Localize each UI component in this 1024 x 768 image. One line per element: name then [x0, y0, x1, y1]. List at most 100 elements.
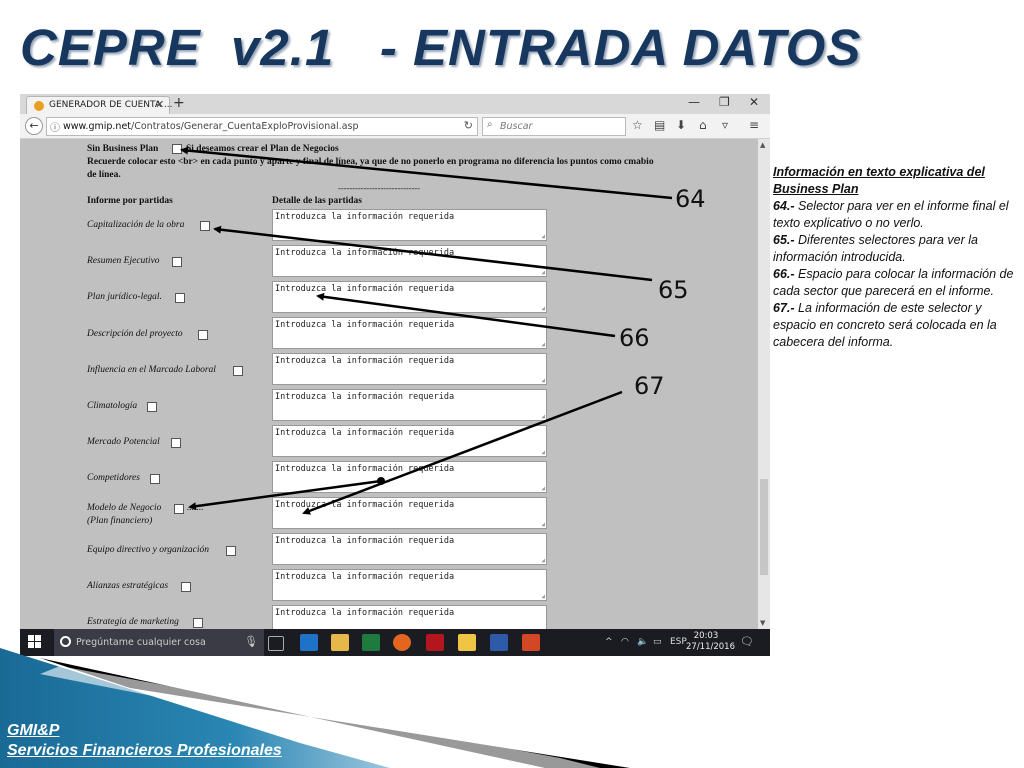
row-checkbox[interactable]: [226, 546, 236, 556]
minimize-button[interactable]: —: [688, 95, 700, 109]
bookmark-star-icon[interactable]: ☆: [632, 118, 643, 132]
info-item-64: 64.- Selector para ver en el informe fin…: [773, 199, 1009, 230]
row-label: Estrategia de marketing: [87, 617, 179, 627]
crear-plan-text: Si deseamos crear el Plan de Negocios: [186, 144, 339, 154]
row-label: Resumen Ejecutivo: [87, 256, 160, 266]
row-checkbox[interactable]: [198, 330, 208, 340]
row-textarea[interactable]: Introduzca la información requerida◢: [272, 425, 547, 457]
note-line-1: Recuerde colocar esto <br> en cada punto…: [87, 157, 654, 167]
scroll-down-icon[interactable]: ▼: [760, 619, 765, 627]
row-checkbox[interactable]: [175, 293, 185, 303]
resize-grip-icon[interactable]: ◢: [541, 341, 545, 348]
windows-start-icon[interactable]: [28, 635, 42, 649]
site-favicon-icon: [34, 101, 44, 111]
row-textarea[interactable]: Introduzca la información requerida◢: [272, 605, 547, 629]
row-label-suffix: .......: [187, 503, 204, 513]
row-textarea[interactable]: Introduzca la información requerida◢: [272, 353, 547, 385]
row-textarea[interactable]: Introduzca la información requerida◢: [272, 569, 547, 601]
close-window-button[interactable]: ✕: [749, 95, 759, 109]
row-checkbox[interactable]: [200, 221, 210, 231]
url-text: www.gmip.net/Contratos/Generar_CuentaExp…: [63, 121, 359, 132]
resize-grip-icon[interactable]: ◢: [541, 485, 545, 492]
row-label: Plan jurídico-legal.: [87, 292, 162, 302]
callout-66: 66: [619, 324, 650, 352]
search-icon: ⌕: [487, 119, 493, 130]
reload-icon[interactable]: ↻: [464, 119, 473, 132]
resize-grip-icon[interactable]: ◢: [541, 521, 545, 528]
maximize-button[interactable]: ❐: [719, 95, 730, 109]
language-indicator[interactable]: ESP: [670, 637, 687, 647]
pocket-icon[interactable]: ▿: [722, 118, 728, 132]
message-icon[interactable]: ▭: [653, 637, 662, 647]
row-checkbox[interactable]: [233, 366, 243, 376]
info-item-67: 67.- La información de este selector y e…: [773, 301, 997, 349]
row-label: Equipo directivo y organización: [87, 545, 209, 555]
modelo-negocio-checkbox[interactable]: [174, 504, 184, 514]
back-icon[interactable]: ←: [25, 117, 43, 135]
row-textarea[interactable]: Introduzca la información requerida◢: [272, 245, 547, 277]
column-header-detalle: Detalle de las partidas: [272, 196, 362, 206]
search-input[interactable]: ⌕ Buscar: [482, 117, 626, 136]
row-checkbox[interactable]: [171, 438, 181, 448]
browser-tab[interactable]: GENERADOR DE CUENTA ... ✕: [26, 96, 172, 115]
volume-icon[interactable]: 🔈: [637, 637, 648, 647]
row-textarea[interactable]: Introduzca la información requerida◢: [272, 389, 547, 421]
row-label: Mercado Potencial: [87, 437, 160, 447]
scrollbar-thumb[interactable]: [760, 479, 768, 575]
info-item-66: 66.- Espacio para colocar la información…: [773, 267, 1014, 298]
resize-grip-icon[interactable]: ◢: [541, 593, 545, 600]
callout-67: 67: [634, 372, 665, 400]
row-checkbox[interactable]: [172, 257, 182, 267]
new-tab-button[interactable]: +: [173, 95, 185, 111]
network-icon[interactable]: ◠: [621, 637, 629, 647]
microphone-icon[interactable]: 🎙: [244, 635, 258, 648]
search-placeholder: Buscar: [500, 121, 533, 132]
callout-64: 64: [675, 185, 706, 213]
resize-grip-icon[interactable]: ◢: [541, 413, 545, 420]
menu-icon[interactable]: ≡: [749, 118, 759, 132]
cortana-search-text: Pregúntame cualquier cosa: [76, 637, 206, 648]
resize-grip-icon[interactable]: ◢: [541, 305, 545, 312]
tab-bar: GENERADOR DE CUENTA ... ✕ + — ❐ ✕: [20, 94, 770, 115]
tab-close-icon[interactable]: ✕: [155, 98, 164, 111]
page-scrollbar[interactable]: ▲ ▼: [758, 139, 770, 629]
slide-footer: GMI&P Servicios Financieros Profesionale…: [0, 648, 1024, 768]
row-label: Climatología: [87, 401, 138, 411]
resize-grip-icon[interactable]: ◢: [541, 449, 545, 456]
row-label-secondary: (Plan financiero): [87, 516, 153, 526]
resize-grip-icon[interactable]: ◢: [541, 557, 545, 564]
resize-grip-icon[interactable]: ◢: [541, 377, 545, 384]
url-bar[interactable]: ⓘ www.gmip.net/Contratos/Generar_CuentaE…: [46, 117, 478, 136]
tray-chevron-icon[interactable]: ^: [605, 637, 613, 647]
home-icon[interactable]: ⌂: [699, 118, 707, 132]
modelo-negocio-textarea[interactable]: Introduzca la información requerida ◢: [272, 497, 547, 529]
row-checkbox[interactable]: [150, 474, 160, 484]
notifications-icon[interactable]: 🗨: [740, 635, 754, 648]
footer-tagline: Servicios Financieros Profesionales: [7, 742, 282, 759]
resize-grip-icon[interactable]: ◢: [541, 269, 545, 276]
callout-65: 65: [658, 276, 689, 304]
row-textarea[interactable]: Introduzca la información requerida◢: [272, 281, 547, 313]
resize-grip-icon[interactable]: ◢: [541, 233, 545, 240]
sin-business-plan-checkbox[interactable]: [172, 144, 182, 154]
row-label: Capitalización de la obra: [87, 220, 185, 230]
row-textarea[interactable]: Introduzca la información requerida◢: [272, 317, 547, 349]
row-textarea[interactable]: Introduzca la información requerida◢: [272, 209, 547, 241]
row-checkbox[interactable]: [147, 402, 157, 412]
reading-list-icon[interactable]: ▤: [654, 118, 665, 132]
scroll-up-icon[interactable]: ▲: [760, 141, 765, 149]
navigation-bar: ← ⓘ www.gmip.net/Contratos/Generar_Cuent…: [20, 114, 770, 139]
info-item-65: 65.- Diferentes selectores para ver la i…: [773, 233, 978, 264]
row-textarea[interactable]: Introduzca la información requerida◢: [272, 461, 547, 493]
row-label: Descripción del proyecto: [87, 329, 183, 339]
info-heading: Información en texto explicativa del Bus…: [773, 165, 985, 196]
row-textarea[interactable]: Introduzca la información requerida◢: [272, 533, 547, 565]
row-checkbox[interactable]: [181, 582, 191, 592]
column-header-informe: Informe por partidas: [87, 196, 173, 206]
row-checkbox[interactable]: [193, 618, 203, 628]
note-line-2: de línea.: [87, 170, 121, 180]
download-icon[interactable]: ⬇: [676, 118, 686, 132]
info-icon[interactable]: ⓘ: [50, 119, 60, 134]
row-label: Influencia en el Marcado Laboral: [87, 365, 216, 375]
info-panel: Información en texto explicativa del Bus…: [773, 164, 1018, 351]
